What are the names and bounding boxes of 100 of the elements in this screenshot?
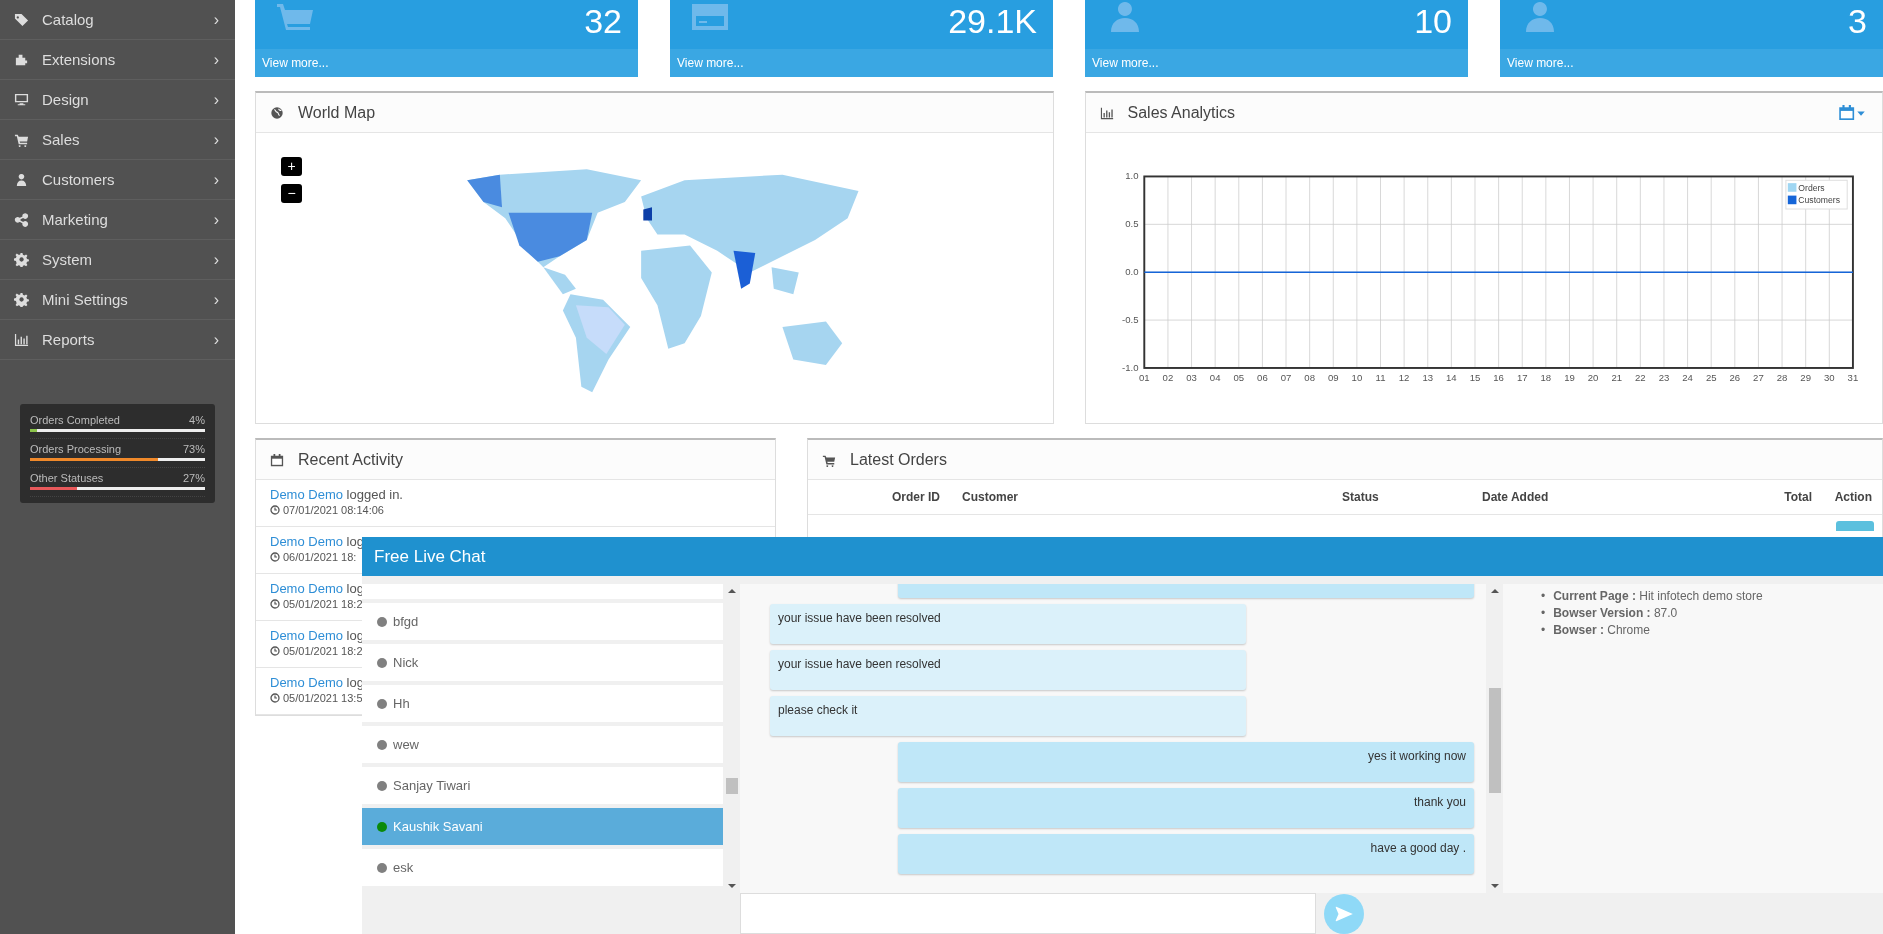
- status-label: Orders Completed: [30, 414, 120, 426]
- panel-title: Latest Orders: [850, 450, 948, 469]
- visitor-info-item: Bowser : Chrome: [1553, 622, 1650, 639]
- status-percent: 73%: [182, 443, 205, 455]
- x-tick-label: 31: [1847, 372, 1858, 384]
- x-tick-label: 16: [1492, 372, 1504, 384]
- activity-time: 05/01/2021 18:2: [283, 598, 363, 610]
- x-tick-label: 08: [1303, 372, 1315, 384]
- action-button[interactable]: [1836, 521, 1874, 531]
- chat-user-item[interactable]: esk: [362, 849, 723, 886]
- legend-label: Customers: [1797, 195, 1840, 206]
- status-label: Other Statuses: [30, 472, 104, 484]
- clock-icon: [270, 693, 280, 703]
- user-link[interactable]: Demo Demo: [270, 675, 343, 690]
- monitor-icon: [14, 92, 29, 107]
- x-tick-label: 11: [1375, 372, 1385, 384]
- panel-title: Sales Analytics: [1127, 103, 1237, 122]
- tag-icon: [14, 12, 29, 27]
- y-tick-label: -0.5: [1121, 313, 1139, 325]
- stat-value: 10: [1414, 1, 1452, 42]
- x-tick-label: 25: [1705, 372, 1716, 384]
- x-tick-label: 29: [1799, 372, 1811, 384]
- chat-user-item[interactable]: wew: [362, 726, 723, 763]
- x-tick-label: 24: [1681, 372, 1693, 384]
- x-tick-label: 10: [1351, 372, 1362, 384]
- nav-item[interactable]: Marketing ›: [0, 200, 235, 240]
- legend-label: Orders: [1797, 182, 1825, 193]
- scroll-up-icon[interactable]: [1490, 588, 1499, 594]
- chat-user-item[interactable]: Sanjay Tiwari: [362, 767, 723, 804]
- chevron-icon: ›: [213, 170, 219, 189]
- cart-icon: [275, 2, 315, 32]
- scroll-up-icon[interactable]: [727, 588, 736, 594]
- column-header: Date Added: [1482, 490, 1550, 504]
- y-tick-label: 0.5: [1124, 218, 1139, 230]
- message-bubble: yes it working now: [898, 742, 1474, 782]
- user-link[interactable]: Demo Demo: [270, 487, 343, 502]
- status-percent: 27%: [182, 472, 205, 484]
- x-tick-label: 19: [1563, 372, 1575, 384]
- share-icon: [14, 212, 29, 227]
- column-header: Status: [1342, 490, 1380, 504]
- card-icon: [690, 2, 730, 32]
- x-tick-label: 26: [1729, 372, 1740, 384]
- chevron-icon: ›: [213, 10, 219, 29]
- scroll-thumb[interactable]: [725, 778, 738, 794]
- x-tick-label: 30: [1823, 372, 1835, 384]
- user-icon: [14, 172, 29, 187]
- nav-item[interactable]: Catalog ›: [0, 0, 235, 40]
- nav-item[interactable]: Customers ›: [0, 160, 235, 200]
- zoom-in-button[interactable]: +: [281, 157, 302, 176]
- status-label: Orders Processing: [30, 443, 122, 455]
- chat-user-item[interactable]: Nick: [362, 644, 723, 681]
- nav-item[interactable]: Sales ›: [0, 120, 235, 160]
- y-tick-label: -1.0: [1121, 361, 1139, 373]
- gear-icon: [14, 292, 29, 307]
- nav-item[interactable]: Extensions ›: [0, 40, 235, 80]
- clock-icon: [270, 599, 280, 609]
- activity-time: 05/01/2021 13:5: [283, 692, 363, 704]
- scroll-down-icon[interactable]: [1490, 883, 1499, 889]
- nav-item[interactable]: Design ›: [0, 80, 235, 120]
- clock-icon: [270, 505, 280, 515]
- scroll-down-icon[interactable]: [727, 883, 736, 889]
- x-tick-label: 05: [1232, 372, 1244, 384]
- x-tick-label: 15: [1469, 372, 1480, 384]
- x-tick-label: 03: [1185, 372, 1197, 384]
- zoom-out-button[interactable]: −: [281, 184, 302, 203]
- chat-user-item[interactable]: Hh: [362, 685, 723, 722]
- x-tick-label: 12: [1398, 372, 1409, 384]
- user-link[interactable]: Demo Demo: [270, 534, 343, 549]
- cart-icon: [14, 132, 29, 147]
- calendar-dropdown-icon[interactable]: [1838, 104, 1866, 121]
- bar-chart-icon: [1099, 105, 1114, 120]
- x-tick-label: 27: [1752, 372, 1764, 384]
- x-tick-label: 09: [1327, 372, 1339, 384]
- message-input[interactable]: [740, 893, 1316, 934]
- x-tick-label: 21: [1610, 372, 1622, 384]
- bar-chart-icon: [14, 332, 29, 347]
- y-tick-label: 0.0: [1124, 266, 1139, 278]
- status-percent: 4%: [189, 414, 205, 426]
- column-header: Action: [1833, 490, 1872, 504]
- x-tick-label: 06: [1256, 372, 1268, 384]
- y-tick-label: 1.0: [1124, 170, 1139, 182]
- chevron-icon: ›: [213, 210, 219, 229]
- globe-icon: [270, 105, 284, 120]
- chevron-icon: ›: [213, 50, 219, 69]
- bullet: •: [1541, 605, 1546, 622]
- column-header: Customer: [962, 490, 1019, 504]
- column-header: Total: [1783, 490, 1812, 504]
- nav-item[interactable]: Reports ›: [0, 320, 235, 360]
- stat-value: 32: [584, 1, 622, 42]
- send-icon: [1324, 893, 1364, 934]
- calendar-icon: [270, 452, 284, 467]
- nav-item[interactable]: Mini Settings ›: [0, 280, 235, 320]
- user-link[interactable]: Demo Demo: [270, 581, 343, 596]
- user-link[interactable]: Demo Demo: [270, 628, 343, 643]
- bullet: •: [1541, 588, 1546, 605]
- chat-user-item[interactable]: bfgd: [362, 603, 723, 640]
- x-tick-label: 04: [1209, 372, 1220, 384]
- scroll-thumb[interactable]: [1488, 688, 1501, 793]
- nav-item[interactable]: System ›: [0, 240, 235, 280]
- clock-icon: [270, 646, 280, 656]
